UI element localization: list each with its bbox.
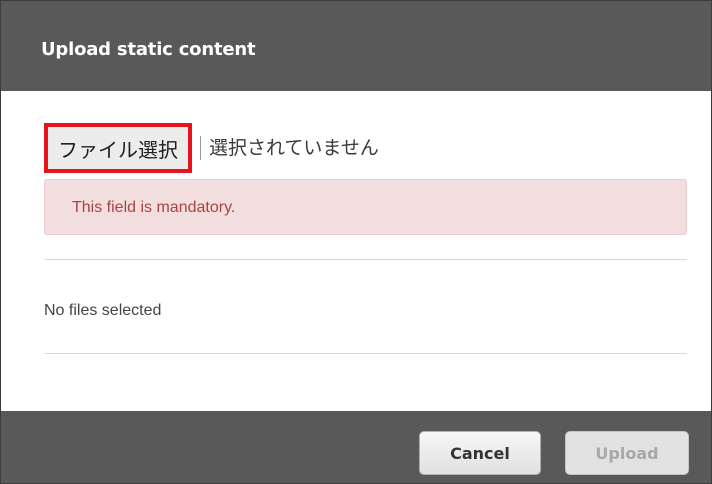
choose-file-button[interactable]: ファイル選択 — [44, 123, 192, 173]
cancel-button[interactable]: Cancel — [419, 431, 541, 475]
upload-dialog: Upload static content ファイル選択 選択されていません T… — [0, 0, 712, 484]
file-input-row: ファイル選択 選択されていません — [44, 123, 379, 173]
dialog-header: Upload static content — [1, 1, 711, 91]
divider — [44, 353, 687, 354]
upload-button[interactable]: Upload — [565, 431, 689, 475]
selected-files-label: No files selected — [44, 302, 162, 319]
divider — [44, 259, 687, 260]
dialog-title: Upload static content — [41, 39, 256, 60]
file-selection-status: 選択されていません — [200, 136, 379, 160]
validation-error-box: This field is mandatory. — [44, 179, 687, 235]
dialog-footer: Cancel Upload — [1, 411, 711, 483]
validation-error-message: This field is mandatory. — [72, 199, 236, 216]
